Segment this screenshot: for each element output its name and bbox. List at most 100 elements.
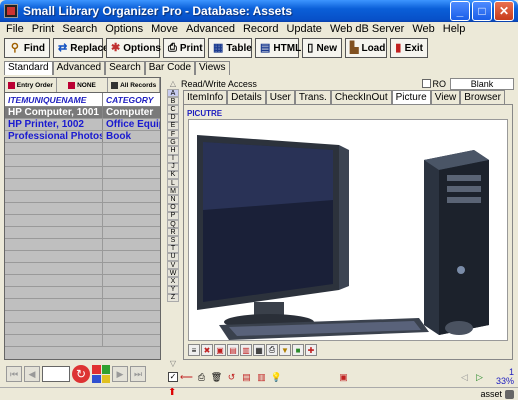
- alphabet-letter-v[interactable]: V: [167, 260, 179, 270]
- alphabet-letter-a[interactable]: A: [167, 89, 179, 98]
- alphabet-letter-d[interactable]: D: [167, 113, 179, 122]
- alphabet-up-arrow[interactable]: △: [167, 77, 179, 89]
- undo-icon[interactable]: ↺: [225, 371, 238, 384]
- table-row[interactable]: HP Printer, 1002 Office Equip: [5, 119, 160, 131]
- alphabet-down-arrow[interactable]: ▽: [167, 359, 179, 369]
- options-button[interactable]: ✱ Options: [106, 38, 161, 58]
- table-button[interactable]: ▦ Table: [208, 38, 252, 58]
- tab-browser[interactable]: Browser: [460, 90, 505, 104]
- filter-icon[interactable]: ▼: [279, 344, 291, 356]
- tab-trans[interactable]: Trans.: [294, 90, 331, 104]
- menu-update[interactable]: Update: [282, 23, 325, 35]
- add-picture-icon[interactable]: ▣: [214, 344, 226, 356]
- tab-advanced[interactable]: Advanced: [52, 61, 106, 75]
- scan-icon[interactable]: ▦: [253, 344, 265, 356]
- menu-search[interactable]: Search: [58, 23, 101, 35]
- maximize-button[interactable]: □: [472, 1, 492, 21]
- menu-advanced[interactable]: Advanced: [182, 23, 239, 35]
- exit-button[interactable]: ▮ Exit: [390, 38, 428, 58]
- menu-print[interactable]: Print: [28, 23, 59, 35]
- tab-iteminfo[interactable]: ItemInfo: [183, 90, 228, 104]
- tab-search[interactable]: Search: [105, 61, 145, 75]
- alphabet-letter-f[interactable]: F: [167, 129, 179, 139]
- tab-bar-code[interactable]: Bar Code: [144, 61, 196, 75]
- tab-checkinout[interactable]: CheckInOut: [330, 90, 392, 104]
- print-picture-icon[interactable]: ⎙: [266, 344, 278, 356]
- alphabet-letter-k[interactable]: K: [167, 170, 179, 180]
- alphabet-letter-t[interactable]: T: [167, 244, 179, 253]
- replace-button[interactable]: ⇄ Replace: [53, 38, 109, 58]
- menu-web[interactable]: Web: [408, 23, 438, 35]
- table-row[interactable]: Professional Photoshop Book: [5, 131, 160, 143]
- report-icon[interactable]: ▣: [337, 371, 350, 384]
- alphabet-letter-u[interactable]: U: [167, 252, 179, 261]
- copy-picture-icon[interactable]: ▤: [227, 344, 239, 356]
- alphabet-letter-z[interactable]: Z: [167, 293, 179, 302]
- next-icon[interactable]: ▷: [473, 371, 486, 384]
- alphabet-letter-g[interactable]: G: [167, 138, 179, 147]
- record-number-input[interactable]: [42, 366, 70, 382]
- all-records-button[interactable]: All Records: [108, 78, 161, 92]
- alphabet-letter-e[interactable]: E: [167, 121, 179, 130]
- back-arrow-icon[interactable]: ⟵: [180, 371, 193, 384]
- tab-views[interactable]: Views: [195, 61, 230, 75]
- alphabet-letter-j[interactable]: J: [167, 162, 179, 171]
- alphabet-letter-n[interactable]: N: [167, 195, 179, 204]
- previous-icon[interactable]: ◁: [458, 371, 471, 384]
- delete-icon[interactable]: 🗑: [210, 371, 223, 384]
- column-header-category[interactable]: CATEGORY: [103, 93, 160, 106]
- paste-picture-icon[interactable]: ▥: [240, 344, 252, 356]
- alphabet-letter-h[interactable]: H: [167, 146, 179, 155]
- alphabet-letter-x[interactable]: X: [167, 277, 179, 286]
- table-row[interactable]: HP Computer, 1001 Computer: [5, 107, 160, 119]
- alphabet-letter-r[interactable]: R: [167, 228, 179, 237]
- colors-grid-icon[interactable]: [92, 365, 110, 383]
- tab-details[interactable]: Details: [227, 90, 266, 104]
- menu-help[interactable]: Help: [439, 23, 470, 35]
- alphabet-letter-p[interactable]: P: [167, 211, 179, 220]
- move-icon[interactable]: ✚: [305, 344, 317, 356]
- delete-picture-icon[interactable]: ✖: [201, 344, 213, 356]
- tab-view[interactable]: View: [430, 90, 461, 104]
- alphabet-letter-y[interactable]: Y: [167, 285, 179, 294]
- print-button[interactable]: ⎙ Print: [163, 38, 205, 58]
- new-button[interactable]: ▯ New: [302, 38, 342, 58]
- previous-record-button[interactable]: ◀: [24, 366, 40, 382]
- alphabet-letter-l[interactable]: L: [167, 179, 179, 188]
- last-record-button[interactable]: ⏭: [130, 366, 146, 382]
- column-header-name[interactable]: ITEMUNIQUENAME: [5, 93, 103, 106]
- alphabet-letter-b[interactable]: B: [167, 97, 179, 106]
- lightbulb-icon[interactable]: 💡: [270, 371, 283, 384]
- menu-file[interactable]: File: [2, 23, 28, 35]
- copy-icon[interactable]: ▤: [240, 371, 253, 384]
- refresh-icon[interactable]: ↻: [72, 365, 90, 383]
- load-button[interactable]: ▙ Load: [345, 38, 387, 58]
- find-button[interactable]: ⚲ Find: [4, 38, 50, 58]
- blank-field[interactable]: Blank: [450, 77, 514, 90]
- minimize-button[interactable]: _: [450, 1, 470, 21]
- menu-web-db-server[interactable]: Web dB Server: [326, 23, 408, 35]
- print-icon[interactable]: ⎙: [195, 371, 208, 384]
- alphabet-letter-s[interactable]: S: [167, 236, 179, 245]
- alphabet-letter-i[interactable]: I: [167, 154, 179, 163]
- html-button[interactable]: ▤ HTML: [255, 38, 301, 58]
- select-checkbox[interactable]: ✓: [168, 372, 178, 382]
- alphabet-letter-w[interactable]: W: [167, 269, 179, 278]
- menu-record[interactable]: Record: [239, 23, 282, 35]
- entry-order-button[interactable]: Entry Order: [5, 78, 57, 92]
- none-button[interactable]: NONE: [57, 78, 109, 92]
- tab-user[interactable]: User: [265, 90, 295, 104]
- menu-move[interactable]: Move: [147, 23, 182, 35]
- alphabet-letter-q[interactable]: Q: [167, 220, 179, 229]
- list-icon[interactable]: ≡: [188, 344, 200, 356]
- alphabet-letter-c[interactable]: C: [167, 105, 179, 114]
- close-button[interactable]: ✕: [494, 1, 514, 21]
- tab-standard[interactable]: Standard: [4, 61, 53, 75]
- menu-options[interactable]: Options: [101, 23, 147, 35]
- paste-icon[interactable]: ▥: [255, 371, 268, 384]
- ro-checkbox[interactable]: [421, 79, 431, 88]
- alphabet-letter-o[interactable]: O: [167, 203, 179, 212]
- next-record-button[interactable]: ▶: [112, 366, 128, 382]
- color-icon[interactable]: ■: [292, 344, 304, 356]
- alphabet-letter-m[interactable]: M: [167, 187, 179, 196]
